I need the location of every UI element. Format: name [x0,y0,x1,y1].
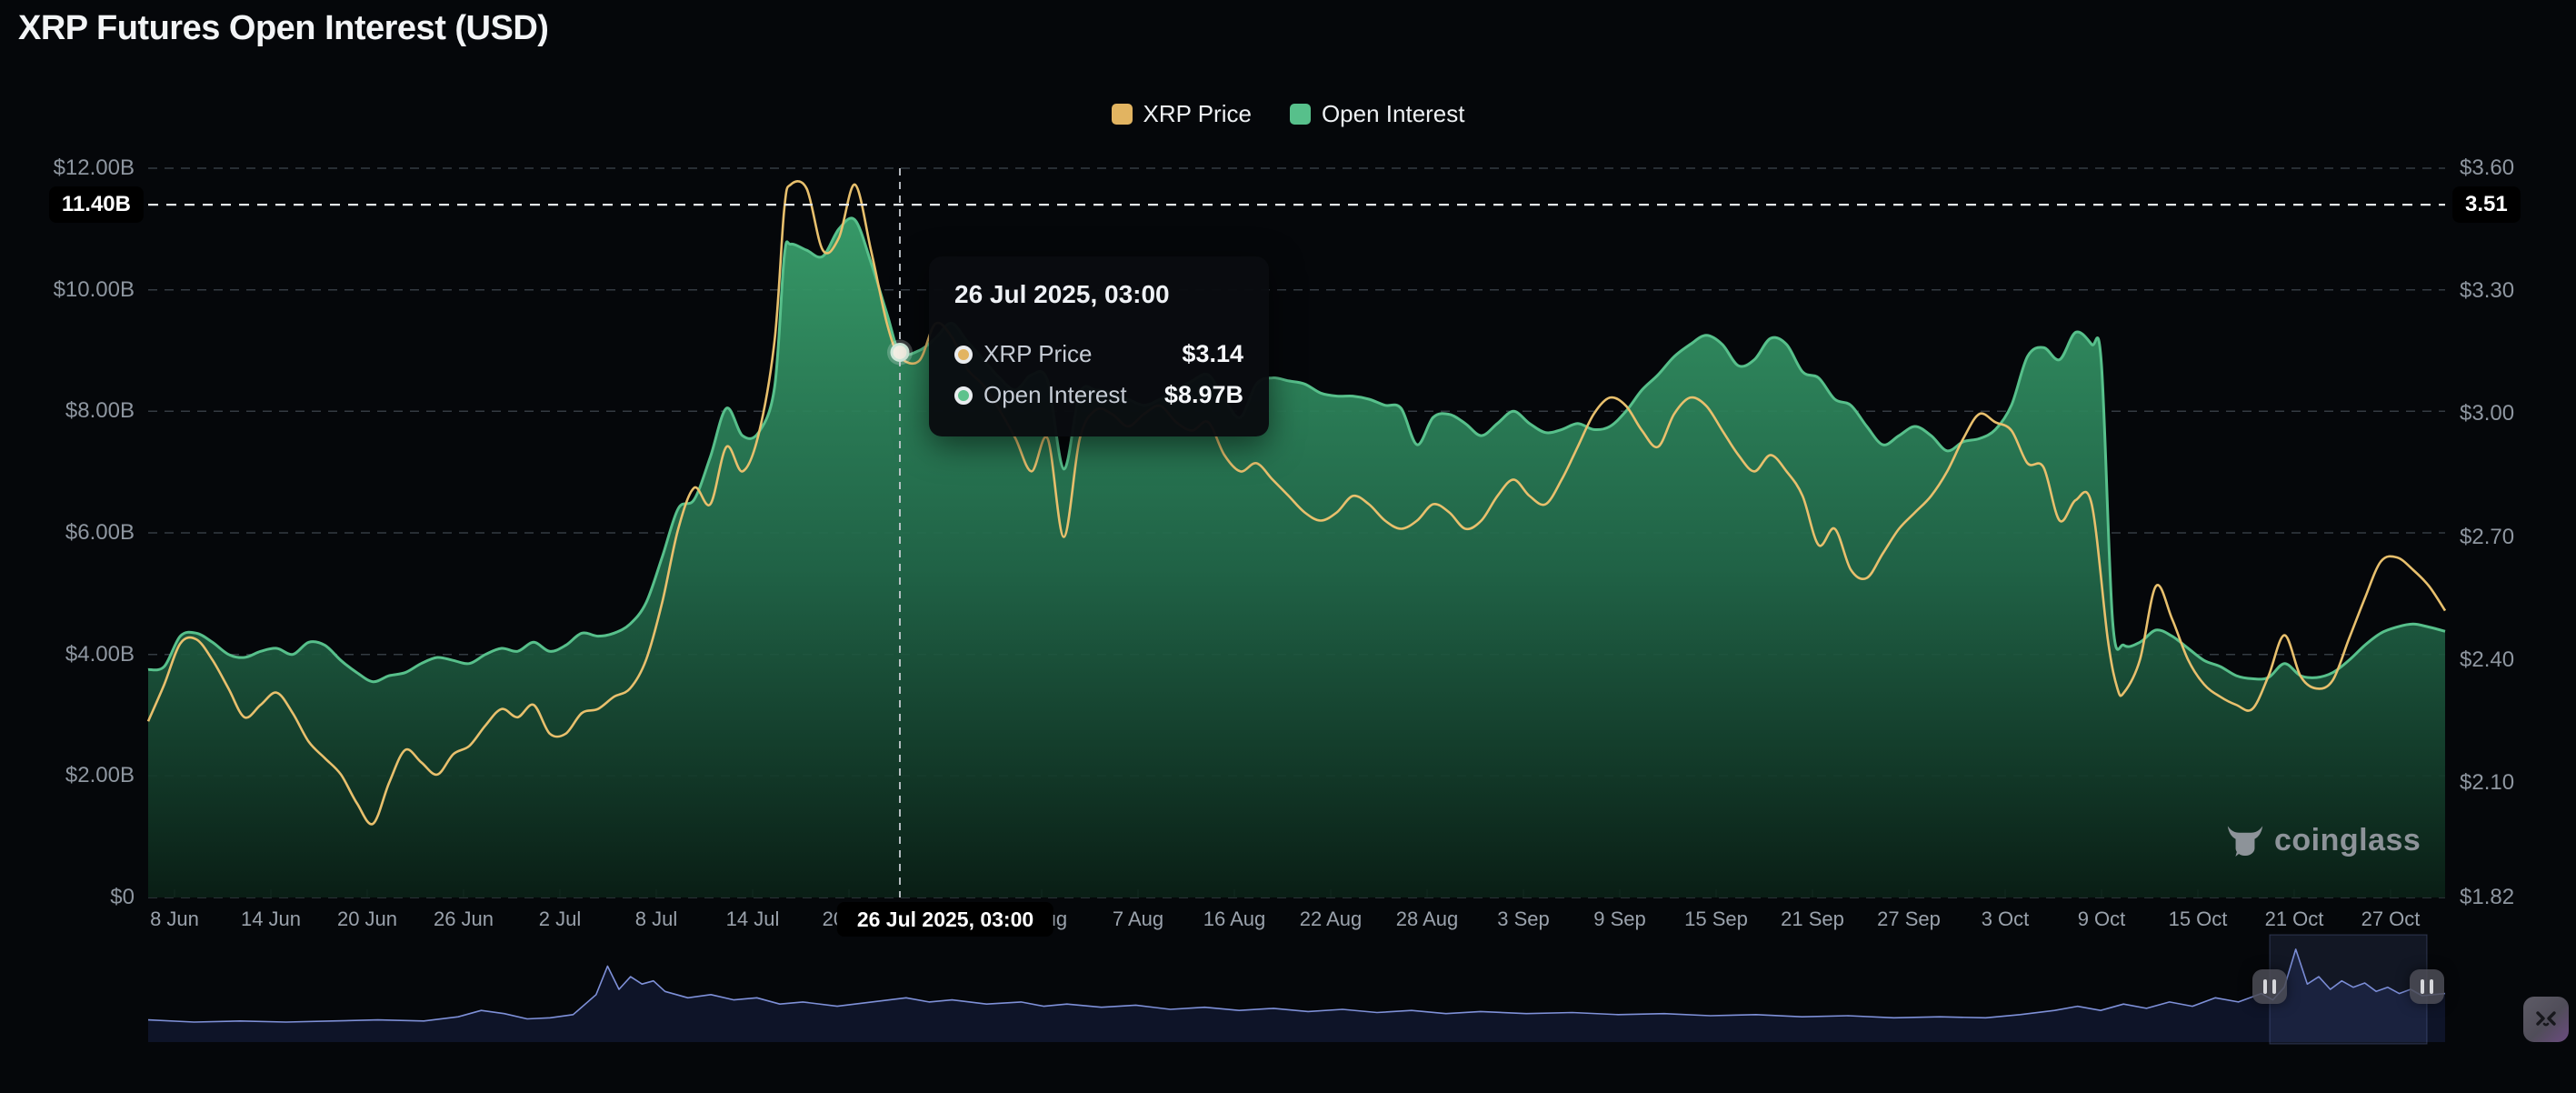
x-axis-label: 27 Oct [2361,907,2421,931]
open-interest-swatch-icon [1290,104,1311,125]
ath-right-badge: 3.51 [2452,186,2521,223]
x-axis-label: 3 Oct [1982,907,2030,931]
left-axis-label: $6.00B [0,519,135,546]
collapse-expand-icon [2532,1006,2560,1033]
drag-handle-icon [2430,979,2433,994]
x-axis-label: 8 Jun [150,907,199,931]
x-axis-label: 3 Sep [1497,907,1550,931]
tooltip-row-xrp-price: XRP Price $3.14 [954,340,1243,368]
right-axis-label: $2.70 [2460,524,2514,551]
x-axis-label: 21 Oct [2265,907,2324,931]
page-title: XRP Futures Open Interest (USD) [18,9,548,48]
x-axis-label: 16 Aug [1203,907,1266,931]
x-axis-label: 9 Sep [1593,907,1646,931]
right-axis-label: $3.00 [2460,400,2514,427]
navigator-left-handle[interactable] [2252,969,2287,1004]
crosshair-date-badge: 26 Jul 2025, 03:00 [837,902,1053,937]
watermark-text: coinglass [2274,823,2421,858]
x-axis-label: 28 Aug [1396,907,1459,931]
left-axis-label: $10.00B [0,276,135,304]
right-axis-label: $2.10 [2460,769,2514,797]
x-axis-label: 15 Oct [2169,907,2228,931]
legend-label: XRP Price [1143,100,1252,128]
left-axis-label: $2.00B [0,762,135,789]
legend-label: Open Interest [1322,100,1465,128]
tooltip-title: 26 Jul 2025, 03:00 [954,280,1243,309]
drag-handle-icon [2263,979,2267,994]
legend-item-open-interest[interactable]: Open Interest [1290,100,1465,128]
left-axis-label: $4.00B [0,641,135,668]
x-axis-label: 8 Jul [635,907,677,931]
drag-handle-icon [2272,979,2276,994]
coinglass-bull-icon [2225,820,2265,860]
x-axis-label: 14 Jul [726,907,780,931]
drag-handle-icon [2421,979,2424,994]
x-axis-label: 14 Jun [241,907,301,931]
xrp-price-swatch-icon [1112,104,1133,125]
expand-chart-button[interactable] [2523,997,2569,1042]
x-axis-label: 20 Jun [337,907,397,931]
left-axis-label: $12.00B [0,155,135,182]
x-axis-label: 9 Oct [2078,907,2126,931]
left-axis-label: $8.00B [0,397,135,425]
coinglass-watermark: coinglass [2225,820,2421,860]
right-axis-label: $2.40 [2460,647,2514,674]
x-axis-label: 21 Sep [1781,907,1844,931]
x-axis-label: 26 Jun [434,907,494,931]
legend-item-xrp-price[interactable]: XRP Price [1112,100,1252,128]
right-axis-label: $1.82 [2460,884,2514,911]
left-axis-label: $0 [0,884,135,911]
open-interest-dot-icon [954,386,973,405]
tooltip: 26 Jul 2025, 03:00 XRP Price $3.14 Open … [929,256,1269,436]
ath-left-badge: 11.40B [49,186,144,223]
x-axis-label: 27 Sep [1877,907,1941,931]
x-axis-label: 2 Jul [539,907,581,931]
x-axis-label: 15 Sep [1684,907,1748,931]
tooltip-row-open-interest: Open Interest $8.97B [954,381,1243,409]
x-axis-label: 22 Aug [1300,907,1363,931]
right-axis-label: $3.30 [2460,277,2514,305]
chart-legend: XRP Price Open Interest [0,100,2576,128]
right-axis-label: $3.60 [2460,155,2514,182]
xrp-price-dot-icon [954,346,973,364]
chart-page: XRP Futures Open Interest (USD) XRP Pric… [0,0,2576,1093]
navigator-right-handle[interactable] [2410,969,2444,1004]
x-axis-label: 7 Aug [1113,907,1163,931]
